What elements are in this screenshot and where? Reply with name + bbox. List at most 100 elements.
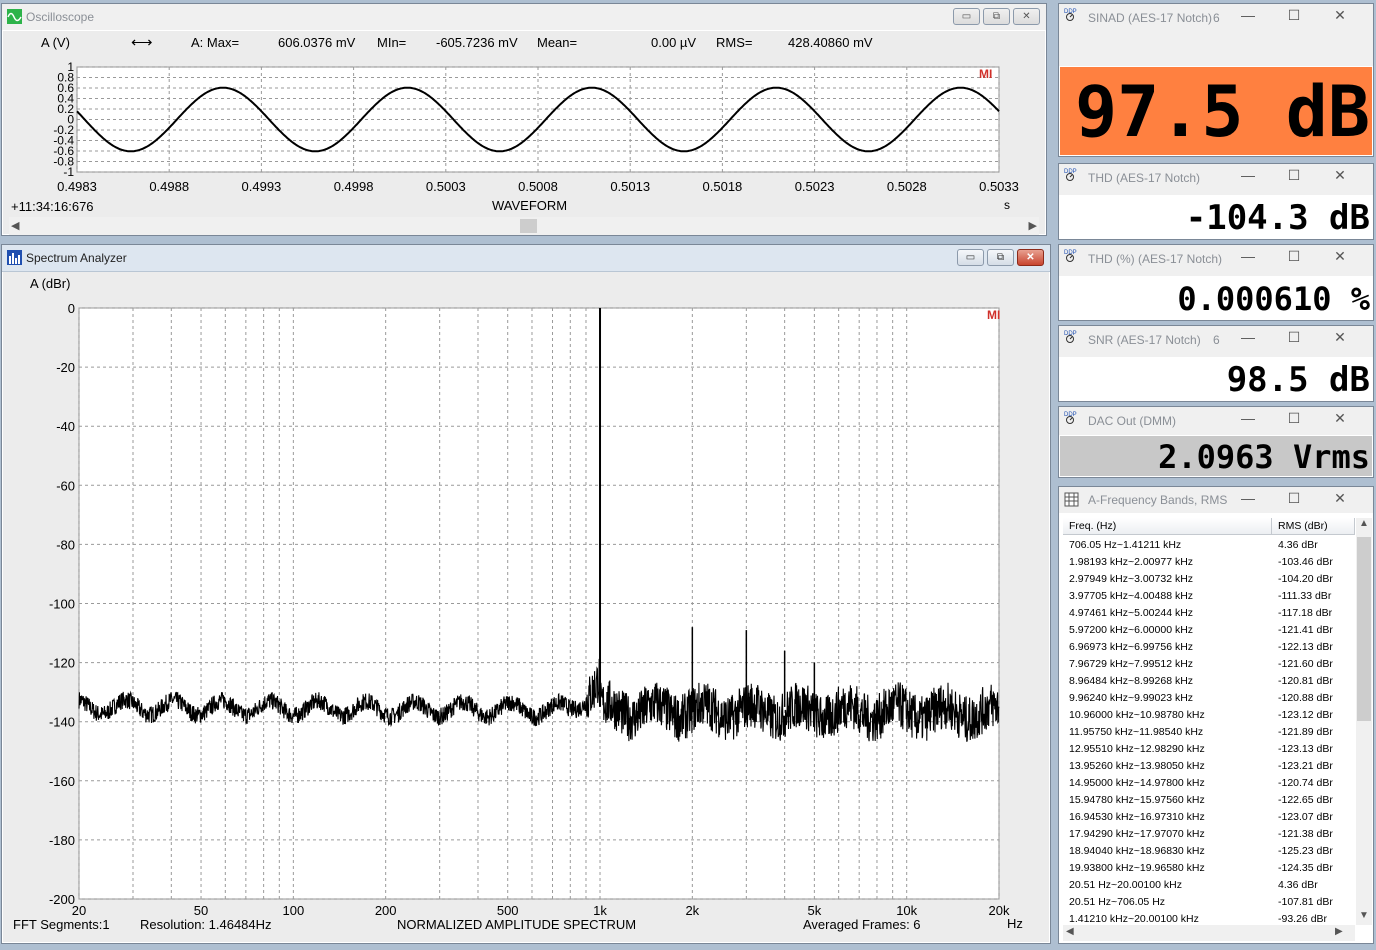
scroll-right-icon[interactable]: ▶ [1335, 926, 1343, 937]
close-button[interactable]: ✕ [1317, 410, 1363, 427]
meter-title: DAC Out (DMM) [1088, 414, 1176, 428]
vertical-scrollbar[interactable]: ▲ ▼ [1356, 518, 1372, 925]
scroll-left-icon[interactable]: ◀ [11, 219, 19, 232]
table-row[interactable]: 19.93800 kHz~19.96580 kHz -124.35 dBr [1063, 859, 1355, 876]
x-tick-label: 5k [808, 903, 822, 918]
table-row[interactable]: 17.94290 kHz~17.97070 kHz -121.38 dBr [1063, 825, 1355, 842]
x-tick-label: 0.5023 [795, 179, 835, 194]
column-header-rms[interactable]: RMS (dBr) [1272, 518, 1355, 535]
table-row[interactable]: 16.94530 kHz~16.97310 kHz -123.07 dBr [1063, 808, 1355, 825]
meter-window[interactable]: DDP DAC Out (DMM) — ☐ ✕ 2.0963 Vrms [1058, 406, 1374, 478]
meter-titlebar[interactable]: DDP SINAD (AES-17 Notch) 6 — ☐ ✕ [1059, 4, 1373, 66]
table-row[interactable]: 13.95260 kHz~13.98050 kHz -123.21 dBr [1063, 757, 1355, 774]
table-row[interactable]: 6.96973 kHz~6.99756 kHz -122.13 dBr [1063, 638, 1355, 655]
horizontal-scrollbar[interactable]: ◀ ▶ [1063, 925, 1355, 941]
table-row[interactable]: 5.97200 kHz~6.00000 kHz -121.41 dBr [1063, 621, 1355, 638]
close-button[interactable]: ✕ [1317, 329, 1363, 346]
band-freq-cell: 7.96729 kHz~7.99512 kHz [1069, 657, 1194, 670]
band-rms-cell: -117.18 dBr [1278, 606, 1333, 619]
restore-button[interactable]: ⧉ [987, 249, 1014, 266]
scroll-thumb[interactable] [520, 219, 537, 233]
close-button[interactable]: ✕ [1013, 8, 1040, 25]
x-axis-label: WAVEFORM [492, 198, 568, 213]
meter-titlebar[interactable]: DDP SNR (AES-17 Notch) 6 — ☐ ✕ [1059, 326, 1373, 357]
minimize-button[interactable]: — [1225, 329, 1271, 345]
meter-titlebar[interactable]: DDP THD (AES-17 Notch) — ☐ ✕ [1059, 164, 1373, 195]
scroll-down-icon[interactable]: ▼ [1359, 910, 1369, 921]
table-row[interactable]: 20.51 Hz~20.00100 kHz 4.36 dBr [1063, 876, 1355, 893]
meter-titlebar[interactable]: DDP THD (%) (AES-17 Notch) — ☐ ✕ [1059, 245, 1373, 276]
table-row[interactable]: 1.98193 kHz~2.00977 kHz -103.46 dBr [1063, 553, 1355, 570]
table-row[interactable]: 2.97949 kHz~3.00732 kHz -104.20 dBr [1063, 570, 1355, 587]
table-row[interactable]: 9.96240 kHz~9.99023 kHz -120.88 dBr [1063, 689, 1355, 706]
y-tick-label: -40 [56, 419, 75, 434]
spectrum-chart[interactable]: 0-20-40-60-80-100-120-140-160-180-20020 5… [3, 272, 1051, 944]
meter-count: 6 [1213, 333, 1220, 347]
bands-titlebar[interactable]: A-Frequency Bands, RMS — ☐ ✕ [1059, 487, 1373, 513]
minimize-button[interactable]: — [1225, 490, 1271, 506]
table-row[interactable]: 15.94780 kHz~15.97560 kHz -122.65 dBr [1063, 791, 1355, 808]
band-freq-cell: 4.97461 kHz~5.00244 kHz [1069, 606, 1194, 619]
maximize-button[interactable]: ☐ [1271, 248, 1317, 265]
scroll-right-icon[interactable]: ▶ [1029, 219, 1037, 232]
band-rms-cell: -123.21 dBr [1278, 759, 1333, 772]
maximize-button[interactable]: ☐ [1271, 410, 1317, 427]
maximize-button[interactable]: ☐ [1271, 7, 1317, 24]
band-freq-cell: 9.96240 kHz~9.99023 kHz [1069, 691, 1194, 704]
table-row[interactable]: 10.96000 kHz~10.98780 kHz -123.12 dBr [1063, 706, 1355, 723]
minimize-button[interactable]: — [1225, 7, 1271, 23]
close-button[interactable]: ✕ [1317, 7, 1363, 24]
band-freq-cell: 11.95750 kHz~11.98540 kHz [1069, 725, 1204, 738]
scroll-up-icon[interactable]: ▲ [1359, 518, 1369, 529]
maximize-button[interactable]: ☐ [1271, 490, 1317, 507]
band-freq-cell: 10.96000 kHz~10.98780 kHz [1069, 708, 1205, 721]
table-row[interactable]: 14.95000 kHz~14.97800 kHz -120.74 dBr [1063, 774, 1355, 791]
table-row[interactable]: 706.05 Hz~1.41211 kHz 4.36 dBr [1063, 536, 1355, 553]
scroll-thumb[interactable] [1357, 537, 1371, 721]
meter-window[interactable]: DDP THD (AES-17 Notch) — ☐ ✕ -104.3 dB [1058, 163, 1374, 240]
svg-text:DDP: DDP [1064, 331, 1077, 337]
table-row[interactable]: 1.41210 kHz~20.00100 kHz -93.26 dBr [1063, 910, 1355, 926]
minimize-button[interactable]: — [1225, 410, 1271, 426]
close-button[interactable]: ✕ [1317, 490, 1363, 507]
band-rms-cell: -125.23 dBr [1278, 844, 1333, 857]
table-row[interactable]: 20.51 Hz~706.05 Hz -107.81 dBr [1063, 893, 1355, 910]
minimize-button[interactable]: ▭ [957, 249, 984, 266]
table-row[interactable]: 18.94040 kHz~18.96830 kHz -125.23 dBr [1063, 842, 1355, 859]
close-button[interactable]: ✕ [1017, 249, 1044, 266]
table-row[interactable]: 3.97705 kHz~4.00488 kHz -111.33 dBr [1063, 587, 1355, 604]
oscilloscope-window[interactable]: Oscilloscope ▭ ⧉ ✕ A (V) ⟷ A: Max= 606.037… [1, 3, 1047, 236]
band-rms-cell: -122.65 dBr [1278, 793, 1333, 806]
scroll-left-icon[interactable]: ◀ [1066, 926, 1074, 937]
close-button[interactable]: ✕ [1317, 248, 1363, 265]
meter-titlebar[interactable]: DDP DAC Out (DMM) — ☐ ✕ [1059, 407, 1373, 435]
meter-window[interactable]: DDP SNR (AES-17 Notch) 6 — ☐ ✕ 98.5 dB [1058, 325, 1374, 402]
oscilloscope-titlebar[interactable]: Oscilloscope ▭ ⧉ ✕ [2, 4, 1046, 30]
horizontal-scrollbar[interactable]: ◀ ▶ [9, 217, 1039, 235]
timestamp: +11:34:16:676 [11, 199, 94, 214]
minimize-button[interactable]: — [1225, 167, 1271, 183]
restore-button[interactable]: ⧉ [983, 8, 1010, 25]
minimize-button[interactable]: ▭ [953, 8, 980, 25]
oscilloscope-icon [7, 9, 22, 24]
spectrum-window[interactable]: Spectrum Analyzer ▭ ⧉ ✕ A (dBr) 0 -20 -40 -60… [1, 244, 1051, 944]
table-row[interactable]: 8.96484 kHz~8.99268 kHz -120.81 dBr [1063, 672, 1355, 689]
column-header-freq[interactable]: Freq. (Hz) [1063, 518, 1272, 535]
meter-window[interactable]: DDP THD (%) (AES-17 Notch) — ☐ ✕ 0.000610 … [1058, 244, 1374, 321]
x-tick-label: 0.4993 [242, 179, 282, 194]
band-freq-cell: 706.05 Hz~1.41211 kHz [1069, 538, 1182, 551]
bands-table[interactable]: Freq. (Hz) RMS (dBr) 706.05 Hz~1.41211 k… [1063, 518, 1355, 926]
meter-window[interactable]: DDP SINAD (AES-17 Notch) 6 — ☐ ✕ 97.5 dB [1058, 3, 1374, 157]
bands-window[interactable]: A-Frequency Bands, RMS — ☐ ✕ Freq. (Hz) RM… [1058, 486, 1374, 944]
table-row[interactable]: 4.97461 kHz~5.00244 kHz -117.18 dBr [1063, 604, 1355, 621]
maximize-button[interactable]: ☐ [1271, 329, 1317, 346]
oscilloscope-chart[interactable]: 10.80.60.40.20-0.2-0.4-0.6-0.8-10.4983 0.… [3, 31, 1047, 216]
maximize-button[interactable]: ☐ [1271, 167, 1317, 184]
table-row[interactable]: 11.95750 kHz~11.98540 kHz -121.89 dBr [1063, 723, 1355, 740]
y-tick-label: -1 [63, 165, 74, 179]
table-row[interactable]: 12.95510 kHz~12.98290 kHz -123.13 dBr [1063, 740, 1355, 757]
close-button[interactable]: ✕ [1317, 167, 1363, 184]
minimize-button[interactable]: — [1225, 248, 1271, 264]
spectrum-titlebar[interactable]: Spectrum Analyzer ▭ ⧉ ✕ [2, 245, 1050, 272]
table-row[interactable]: 7.96729 kHz~7.99512 kHz -121.60 dBr [1063, 655, 1355, 672]
